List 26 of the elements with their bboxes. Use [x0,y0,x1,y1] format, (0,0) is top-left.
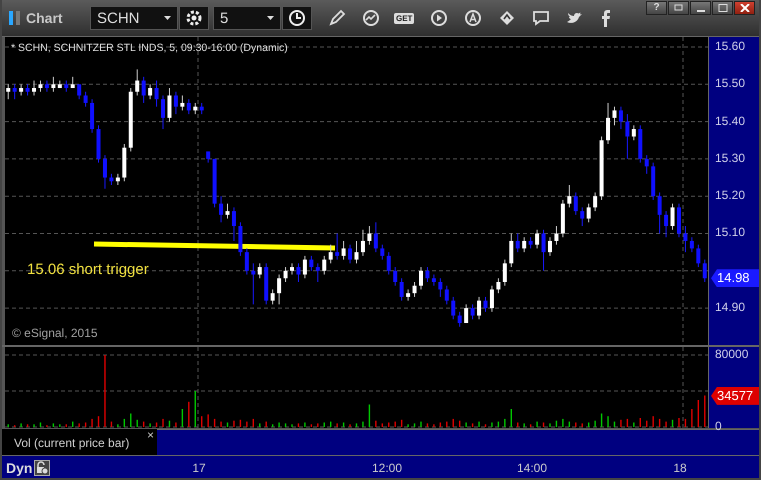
axis-label: 15.30 [715,150,746,165]
axis-label: 0 [715,419,722,433]
mode-label: Dyn [6,460,32,476]
axis-label: 15.20 [715,188,746,202]
time-label: 14:00 [516,461,548,475]
time-label: 17 [191,461,207,475]
time-label: 18 [672,461,688,475]
last-price-tag: 14.98 [711,269,759,288]
legend-text: Vol (current price bar) [14,436,130,450]
close-icon[interactable]: × [146,429,154,441]
chart-header: * SCHN, SCHNITZER STL INDS, 5, 09:30-16:00 (Dynamic) [11,42,288,54]
window-title: Chart [26,10,64,26]
annotation-text: 15.06 short trigger [27,261,149,278]
last-volume-tag: 34577 [711,386,759,405]
help-button[interactable]: ? [646,1,667,15]
interval-field[interactable]: 5 [213,6,281,30]
copyright-text: © eSignal, 2015 [12,326,98,340]
axis-label: 14.90 [715,300,746,314]
time-label: 12:00 [370,461,404,475]
get-button[interactable]: GET [394,12,414,24]
axis-label: 15.10 [715,225,746,240]
axis-label: 15.40 [715,114,746,128]
symbol-field[interactable]: SCHN [90,6,178,30]
axis-label: 15.50 [715,76,746,90]
axis-label: 15.60 [715,38,746,53]
axis-label: 80000 [715,347,748,361]
